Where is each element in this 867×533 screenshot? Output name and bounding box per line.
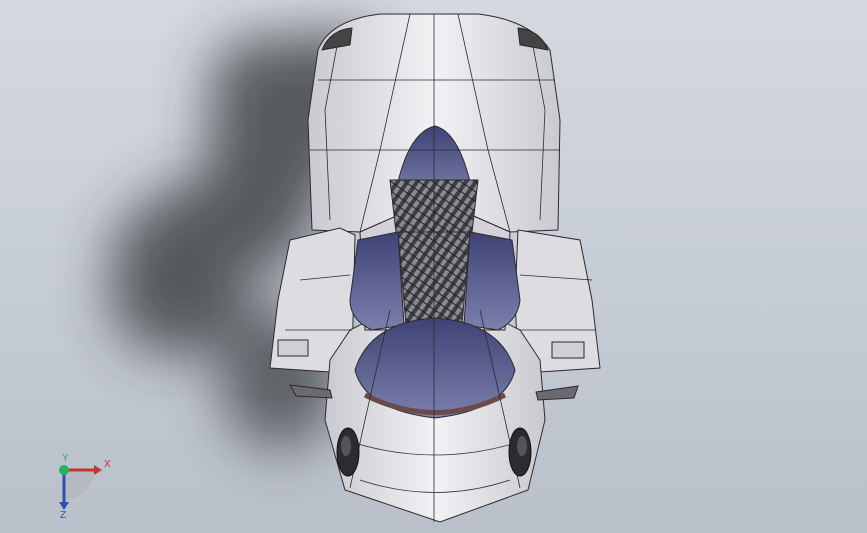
car-model-view[interactable] — [0, 0, 867, 533]
right-door-vent — [551, 341, 585, 359]
triad-plane — [64, 470, 94, 500]
left-headlight — [336, 427, 360, 477]
3d-viewport[interactable]: X Y Z — [0, 0, 867, 533]
orientation-triad: X Y Z — [59, 453, 111, 520]
right-side-glass — [463, 231, 521, 331]
z-axis-label: Z — [60, 510, 66, 520]
left-door-vent — [277, 339, 309, 357]
y-axis-label: Y — [62, 453, 69, 464]
x-axis-label: X — [104, 459, 111, 470]
y-axis-dot — [59, 465, 69, 475]
x-axis-arrow — [94, 465, 102, 475]
z-axis-arrow — [59, 502, 69, 510]
left-side-glass — [349, 231, 405, 331]
right-headlight — [508, 427, 532, 477]
